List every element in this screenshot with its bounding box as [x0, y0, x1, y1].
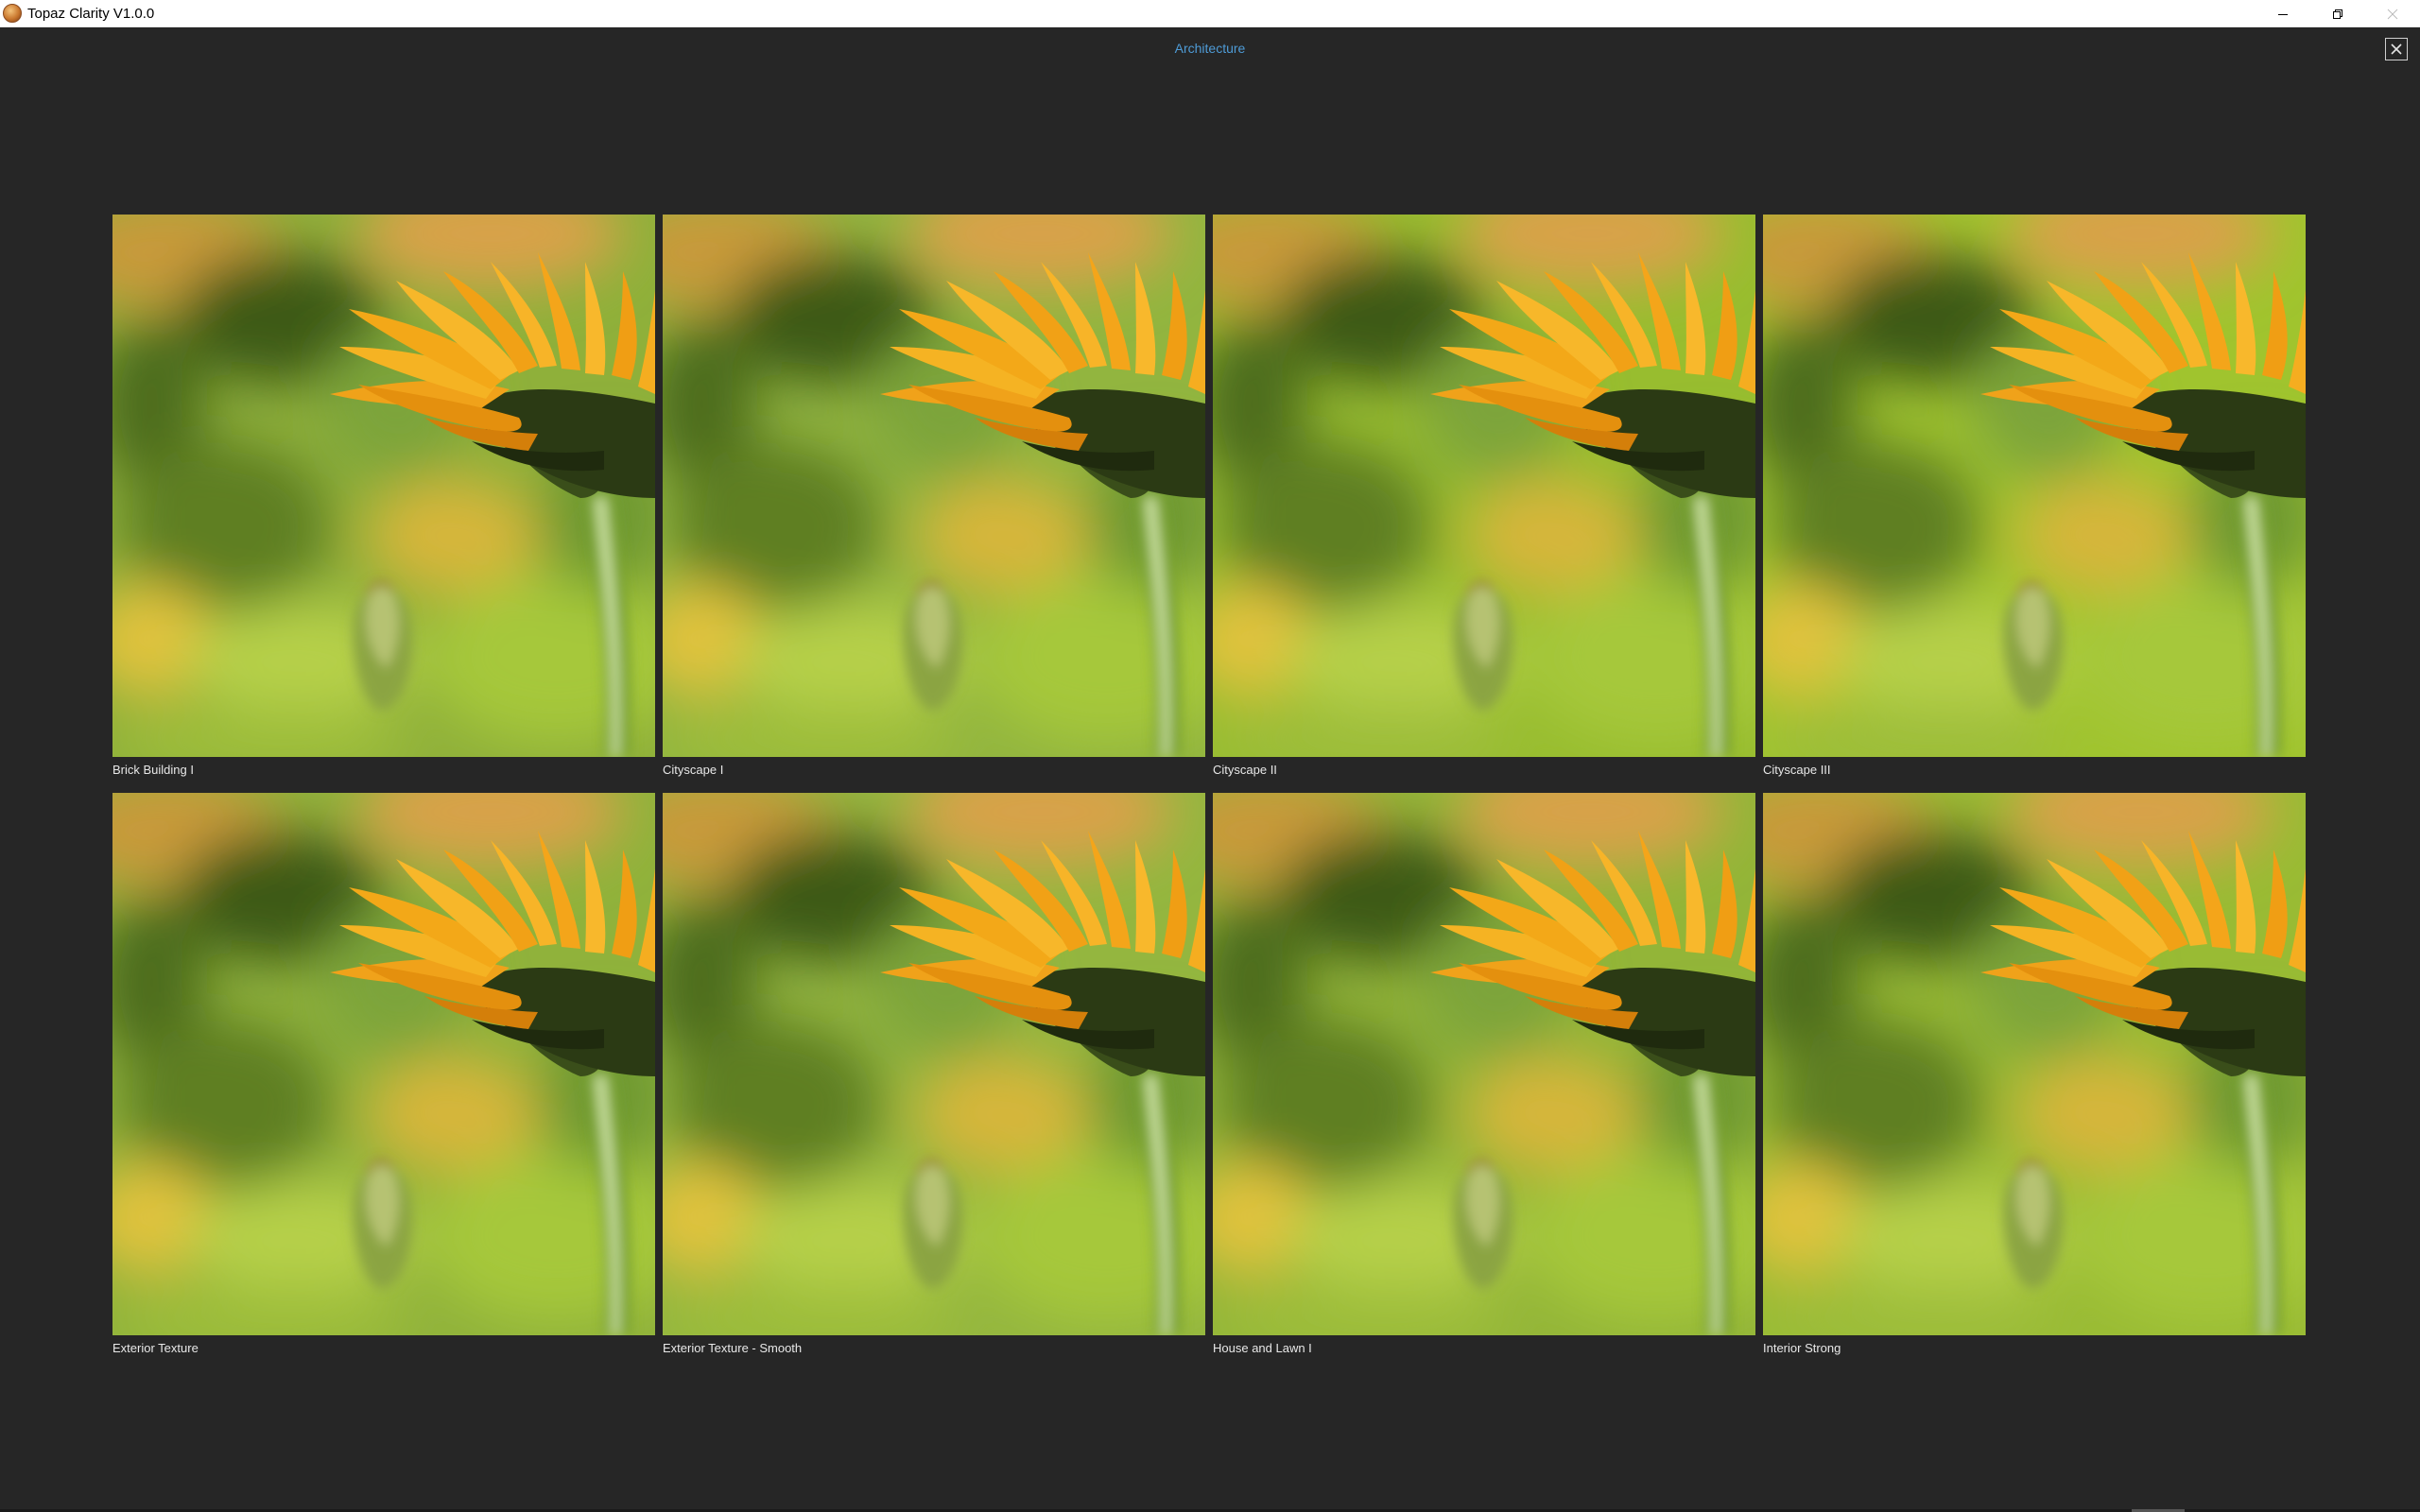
preset-label: Cityscape III [1763, 763, 1831, 777]
preset-tile-5[interactable]: Exterior Texture [112, 793, 655, 1358]
preset-grid: Brick Building I Cityscape I Cityscape I… [112, 215, 2306, 1358]
preset-label: Brick Building I [112, 763, 194, 777]
flower-photo [112, 793, 655, 1335]
flower-photo [1763, 215, 2306, 757]
minimize-button[interactable] [2256, 0, 2310, 27]
preset-browser: Architecture Brick Building I Cityscape … [0, 27, 2420, 1509]
preset-tile-6[interactable]: Exterior Texture - Smooth [663, 793, 1205, 1358]
preset-thumbnail[interactable] [663, 215, 1205, 757]
preset-label: Cityscape I [663, 763, 724, 777]
flower-photo [1213, 793, 1755, 1335]
preset-label: Interior Strong [1763, 1341, 1841, 1355]
preset-thumbnail[interactable] [1763, 793, 2306, 1335]
preset-label: Exterior Texture - Smooth [663, 1341, 803, 1355]
preset-thumbnail[interactable] [112, 215, 655, 757]
window-controls [2256, 0, 2420, 27]
preset-tile-3[interactable]: Cityscape II [1213, 215, 1755, 780]
flower-photo [663, 793, 1205, 1335]
topaz-logo-icon [3, 4, 22, 23]
preset-thumbnail[interactable] [1213, 793, 1755, 1335]
preset-tile-1[interactable]: Brick Building I [112, 215, 655, 780]
close-icon [2387, 9, 2398, 19]
minimize-icon [2278, 13, 2288, 15]
window-title: Topaz Clarity V1.0.0 [27, 5, 155, 22]
close-icon [2391, 43, 2402, 55]
window-titlebar: Topaz Clarity V1.0.0 [0, 0, 2420, 27]
preset-tile-7[interactable]: House and Lawn I [1213, 793, 1755, 1358]
restore-button[interactable] [2310, 0, 2365, 27]
close-preset-browser-button[interactable] [2385, 38, 2408, 60]
category-title: Architecture [1174, 41, 1246, 56]
preset-tile-8[interactable]: Interior Strong [1763, 793, 2306, 1358]
flower-photo [1763, 793, 2306, 1335]
restore-icon [2333, 9, 2342, 19]
preset-thumbnail[interactable] [1763, 215, 2306, 757]
preset-thumbnail[interactable] [663, 793, 1205, 1335]
flower-photo [663, 215, 1205, 757]
preset-label: Cityscape II [1213, 763, 1277, 777]
preset-thumbnail[interactable] [112, 793, 655, 1335]
preset-label: Exterior Texture [112, 1341, 199, 1355]
flower-photo [1213, 215, 1755, 757]
preset-thumbnail[interactable] [1213, 215, 1755, 757]
preset-tile-4[interactable]: Cityscape III [1763, 215, 2306, 780]
preset-label: House and Lawn I [1213, 1341, 1312, 1355]
flower-photo [112, 215, 655, 757]
preset-tile-2[interactable]: Cityscape I [663, 215, 1205, 780]
close-window-button[interactable] [2365, 0, 2420, 27]
